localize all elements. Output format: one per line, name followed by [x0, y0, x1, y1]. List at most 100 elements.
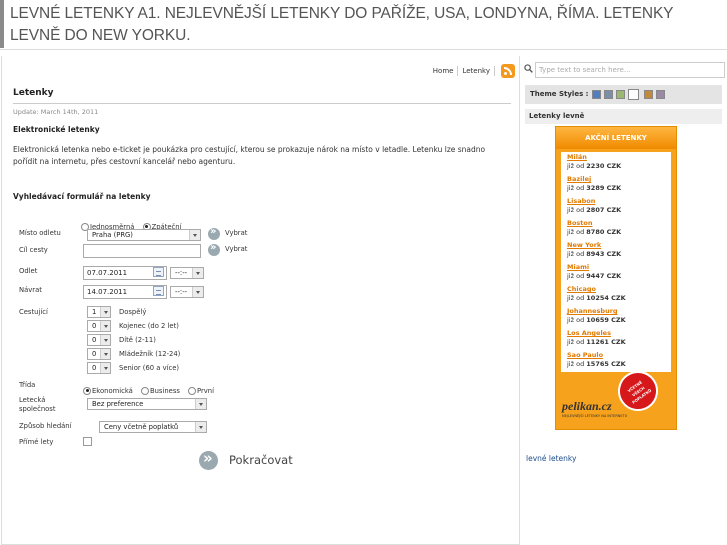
intro-paragraph: Elektronická letenka nebo e-ticket je po…	[13, 145, 486, 166]
nav-home-link[interactable]: Home	[429, 67, 458, 75]
travelers-senior-count: 0	[92, 364, 97, 372]
deal-price: již od 2807 CZK	[567, 206, 621, 214]
continue-button[interactable]: Pokračovat	[229, 453, 293, 467]
deal-price-prefix: již od	[567, 228, 585, 236]
direct-flights-checkbox[interactable]	[83, 437, 92, 446]
page-title: Letenky	[13, 88, 54, 98]
deal-price: již od 3289 CZK	[567, 184, 621, 192]
search-icon[interactable]	[524, 64, 533, 73]
theme-swatch-blue[interactable]	[592, 90, 601, 99]
chevron-down-icon	[100, 363, 110, 373]
travelers-label: Cestující	[19, 308, 48, 316]
top-navigation: Home Letenky	[429, 63, 515, 79]
airline-select[interactable]: Bez preference	[87, 398, 207, 410]
pick-from-icon[interactable]	[208, 226, 220, 240]
nav-letenky-link[interactable]: Letenky	[458, 67, 494, 75]
site-title[interactable]: LEVNÉ LETENKY A1. NEJLEVNĚJŠÍ LETENKY DO…	[10, 3, 722, 47]
return-time-select[interactable]: --:--	[170, 286, 204, 298]
chevron-down-icon	[195, 422, 206, 432]
deal-price-value: 2230 CZK	[586, 162, 622, 170]
to-label: Cíl cesty	[19, 246, 48, 254]
deal-city-link[interactable]: Boston	[567, 219, 593, 227]
calendar-icon[interactable]	[153, 286, 164, 296]
deal-city-link[interactable]: Milán	[567, 153, 587, 161]
deal-city-link[interactable]: New York	[567, 241, 601, 249]
theme-swatch-green[interactable]	[616, 90, 625, 99]
deal-city-link[interactable]: Lisabon	[567, 197, 595, 205]
travelers-child-select[interactable]: 0	[87, 334, 111, 346]
class-business-label: Business	[149, 386, 180, 395]
airline-label-line2: společnost	[19, 405, 56, 413]
travelers-youth-label: Mládežník (12-24)	[119, 350, 181, 358]
chevron-down-icon	[189, 230, 200, 240]
deal-price: již od 2230 CZK	[567, 162, 621, 170]
depart-time-select[interactable]: --:--	[170, 267, 204, 279]
deal-price-prefix: již od	[567, 360, 585, 368]
update-date: Update: March 14th, 2011	[13, 108, 99, 116]
deal-price: již od 9447 CZK	[567, 272, 621, 280]
travelers-infant-select[interactable]: 0	[87, 320, 111, 332]
theme-swatch-white[interactable]	[628, 89, 639, 100]
to-input[interactable]	[83, 244, 201, 258]
search-input[interactable]: Type text to search here...	[535, 62, 725, 78]
deal-city-link[interactable]: Miami	[567, 263, 589, 271]
calendar-icon[interactable]	[153, 267, 164, 277]
airline-select-value: Bez preference	[92, 400, 144, 408]
header-accent-bar	[0, 0, 4, 48]
pick-to-link[interactable]: Vybrat	[225, 245, 247, 253]
deal-price-prefix: již od	[567, 272, 585, 280]
deal-city-link[interactable]: Sao Paulo	[567, 351, 603, 359]
main-content: Home Letenky Letenky Update: March 14th,…	[1, 56, 520, 545]
deal-price-value: 3289 CZK	[586, 184, 622, 192]
deals-banner[interactable]: AKČNÍ LETENKY Milán již od 2230 CZK Bazile…	[555, 126, 677, 430]
deal-price-prefix: již od	[567, 294, 585, 302]
pelikan-logo-tagline: NEJLEVNĚJŠÍ LETENKY NA INTERNETU	[562, 414, 628, 418]
class-business-radio[interactable]	[140, 386, 149, 395]
deal-city-link[interactable]: Johannesburg	[567, 307, 618, 315]
continue-icon[interactable]	[199, 449, 218, 470]
depart-label: Odlet	[19, 267, 38, 275]
class-first-radio[interactable]	[188, 386, 197, 395]
deal-price-value: 11261 CZK	[586, 338, 626, 346]
theme-swatch-orange[interactable]	[644, 90, 653, 99]
sidebar-link-cheap-tickets[interactable]: levné letenky	[526, 454, 576, 463]
deal-price-value: 10254 CZK	[586, 294, 626, 302]
deal-price-prefix: již od	[567, 338, 585, 346]
theme-swatch-purple[interactable]	[656, 90, 665, 99]
class-economy-radio[interactable]	[83, 386, 91, 395]
deal-city-link[interactable]: Los Angeles	[567, 329, 611, 337]
travelers-adult-select[interactable]: 1	[87, 306, 111, 318]
deal-city-link[interactable]: Bazilej	[567, 175, 591, 183]
deal-price-prefix: již od	[567, 184, 585, 192]
deal-price-value: 10659 CZK	[586, 316, 626, 324]
nav-separator	[494, 66, 495, 76]
travelers-youth-count: 0	[92, 350, 97, 358]
travelers-youth-select[interactable]: 0	[87, 348, 111, 360]
chevron-down-icon	[100, 335, 110, 345]
search-mode-select[interactable]: Ceny včetně poplatků	[99, 421, 207, 433]
deal-price-prefix: již od	[567, 162, 585, 170]
chevron-down-icon	[192, 268, 203, 278]
deal-city-link[interactable]: Chicago	[567, 285, 596, 293]
return-time-value: --:--	[175, 288, 188, 296]
rss-feed-icon[interactable]	[501, 64, 515, 78]
theme-styles-bar: Theme Styles :	[525, 85, 722, 104]
theme-swatch-slate[interactable]	[604, 90, 613, 99]
return-label: Návrat	[19, 286, 42, 294]
deal-price-value: 15765 CZK	[586, 360, 626, 368]
travelers-adult-label: Dospělý	[119, 308, 147, 316]
chevron-down-icon	[100, 307, 110, 317]
pick-from-link[interactable]: Vybrat	[225, 229, 247, 237]
deals-list: Milán již od 2230 CZK Bazilej již od 3289 C…	[561, 152, 671, 372]
travelers-child-count: 0	[92, 336, 97, 344]
class-first-label: První	[197, 386, 215, 395]
deal-price-value: 2807 CZK	[586, 206, 622, 214]
search-mode-label: Způsob hledání	[19, 422, 72, 430]
travelers-senior-select[interactable]: 0	[87, 362, 111, 374]
pelikan-logo: pelikan.cz	[562, 399, 612, 413]
pick-to-icon[interactable]	[208, 242, 220, 256]
from-select[interactable]: Praha (PRG)	[87, 229, 201, 241]
airline-label: Letecká společnost	[19, 396, 56, 414]
chevron-down-icon	[100, 321, 110, 331]
chevron-down-icon	[195, 399, 206, 409]
